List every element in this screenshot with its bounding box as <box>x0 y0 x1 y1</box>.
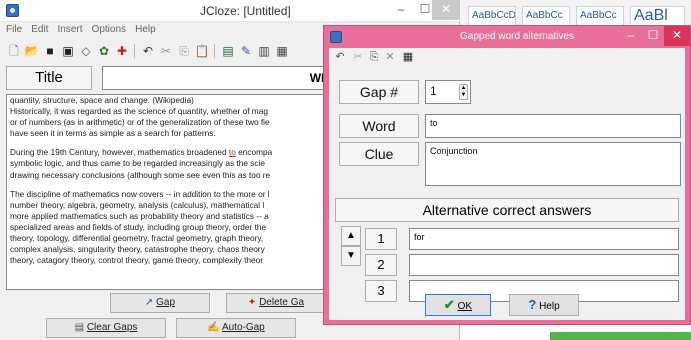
menu-insert[interactable]: Insert <box>57 24 82 35</box>
alternative-number: 2 <box>365 254 397 276</box>
exercise-text-area[interactable]: quantity, structure, space and change. (… <box>6 94 346 290</box>
alternative-answer-field[interactable] <box>409 254 679 276</box>
paste-icon[interactable]: 📋 <box>194 43 210 59</box>
open-folder-icon[interactable]: 📂 <box>24 43 40 59</box>
alternative-number: 3 <box>365 280 397 302</box>
text-blank-line <box>10 139 342 147</box>
text-fragment: encompa <box>235 147 273 158</box>
help-button-label: Help <box>539 301 560 312</box>
keyboard-icon[interactable]: ▦ <box>401 50 415 64</box>
auto-gap-button[interactable]: ✍ Auto-Gap <box>176 318 296 338</box>
check-icon: ✔ <box>443 297 455 312</box>
move-up-button[interactable]: ▲ <box>341 226 361 246</box>
delete-gap-icon[interactable]: ▥ <box>256 43 272 59</box>
export-icon[interactable]: ◇ <box>78 43 94 59</box>
title-button[interactable]: Title <box>6 66 92 90</box>
gap-number-spinner[interactable]: ▲ ▼ <box>459 84 468 100</box>
text-line: or of numbers (as in arithmetic) or of t… <box>10 117 270 128</box>
gap-number-value: 1 <box>430 84 437 98</box>
cut-icon[interactable]: ✂ <box>158 43 174 59</box>
ok-button-label: OK <box>457 301 473 312</box>
dialog-close-button[interactable]: ✕ <box>664 26 690 46</box>
jcloze-app-icon <box>6 4 19 17</box>
dialog-minimize-button[interactable]: – <box>620 26 642 46</box>
save-as-icon[interactable]: ▣ <box>60 43 76 59</box>
cut-icon[interactable]: ✂ <box>351 50 365 64</box>
dialog-app-icon <box>330 31 342 43</box>
text-line: Historically, it was regarded as the sci… <box>10 106 268 117</box>
undo-icon[interactable]: ↶ <box>333 50 347 64</box>
copy-icon[interactable]: ⎘ <box>176 43 192 59</box>
delete-icon[interactable]: ✕ <box>383 50 397 64</box>
gap-arrow-icon: ➚ <box>144 297 154 308</box>
text-line: drawing necessary conclusions (although … <box>10 169 271 180</box>
alternatives-icon[interactable]: ✎ <box>238 43 254 59</box>
dialog-toolbar: ↶ ✂ ⎘ ✕ ▦ <box>329 48 685 68</box>
delete-gap-label: Delete Ga <box>259 297 305 308</box>
menu-options[interactable]: Options <box>92 24 126 35</box>
copy-icon[interactable]: ⎘ <box>367 50 381 64</box>
text-line: symbolic logic, and thus came to be rega… <box>10 158 266 169</box>
gap-button[interactable]: ➚ Gap <box>110 293 210 313</box>
gapped-word[interactable]: to <box>229 147 236 157</box>
ok-button[interactable]: ✔ OK <box>425 294 491 316</box>
toolbar-separator <box>134 44 135 58</box>
auto-gap-label: Auto-Gap <box>221 322 265 333</box>
auto-gap-icon: ✍ <box>207 322 220 333</box>
clear-gaps-label: Clear Gaps <box>86 322 138 333</box>
minimize-button[interactable]: – <box>388 0 414 20</box>
clear-gaps-icon: ▤ <box>74 322 85 333</box>
text-line: quantity, structure, space and change. (… <box>10 95 194 105</box>
text-line: theory, topology, differential geometry,… <box>10 233 264 244</box>
clue-label: Clue <box>339 142 419 166</box>
alternatives-heading: Alternative correct answers <box>335 198 679 222</box>
text-fragment: During the 19th Century, however, mathem… <box>10 147 229 158</box>
text-line: During the 19th Century, however, mathem… <box>10 147 342 158</box>
menu-edit[interactable]: Edit <box>31 24 48 35</box>
alternative-number: 1 <box>365 228 397 250</box>
text-line: number theory, algebra, geometry, analys… <box>10 199 265 210</box>
text-line: theory, catagory theory, control theory,… <box>10 255 264 266</box>
move-down-button[interactable]: ▼ <box>341 246 361 266</box>
dialog-body: ↶ ✂ ⎘ ✕ ▦ Gap # 1 ▲ ▼ Word to Clue Conjun… <box>329 48 685 320</box>
text-line: have seen it in terms as simple as a sea… <box>10 128 216 139</box>
gap-icon[interactable]: ▤ <box>220 43 236 59</box>
word-label: Word <box>339 114 419 138</box>
menu-file[interactable]: File <box>6 24 22 35</box>
menu-help[interactable]: Help <box>135 24 156 35</box>
gap-button-label: Gap <box>156 297 176 308</box>
dialog-titlebar: Gapped word alternatives – ☐ ✕ <box>324 26 690 48</box>
new-file-icon[interactable]: 🗋 <box>6 43 22 59</box>
text-line: specialized areas and fields of study, i… <box>10 221 267 232</box>
toolbar-separator <box>214 44 215 58</box>
dialog-title: Gapped word alternatives <box>460 31 574 42</box>
word-field[interactable]: to <box>425 114 681 138</box>
clear-gaps-button[interactable]: ▤ Clear Gaps <box>46 318 166 338</box>
help-button[interactable]: ? Help <box>509 294 579 316</box>
web-icon[interactable]: ✿ <box>96 43 112 59</box>
text-line: The discipline of mathematics now covers… <box>10 188 270 199</box>
window-title: JCloze: [Untitled] <box>200 4 291 18</box>
delete-gap-button[interactable]: ✦ Delete Ga <box>226 293 326 313</box>
text-blank-line <box>10 181 342 189</box>
gapped-word-alternatives-dialog: Gapped word alternatives – ☐ ✕ ↶ ✂ ⎘ ✕ ▦… <box>323 25 691 325</box>
alternative-answer-field[interactable]: for <box>409 228 679 250</box>
main-titlebar: JCloze: [Untitled] – ☐ ✕ <box>0 0 460 22</box>
help-icon: ? <box>528 297 537 312</box>
clue-field[interactable]: Conjunction <box>425 142 681 186</box>
gap-number-label: Gap # <box>339 80 419 104</box>
upload-icon[interactable]: ✚ <box>114 43 130 59</box>
undo-icon[interactable]: ↶ <box>140 43 156 59</box>
dialog-maximize-button[interactable]: ☐ <box>642 26 664 46</box>
delete-gap-icon: ✦ <box>247 297 257 308</box>
text-line: more applied mathematics such as probabi… <box>10 210 269 221</box>
close-button[interactable]: ✕ <box>432 0 460 20</box>
save-icon[interactable]: ■ <box>42 43 58 59</box>
text-line: complex analysis, singularity theory, ca… <box>10 244 265 255</box>
background-status-strip <box>550 332 691 340</box>
clear-gaps-icon[interactable]: ▦ <box>274 43 290 59</box>
